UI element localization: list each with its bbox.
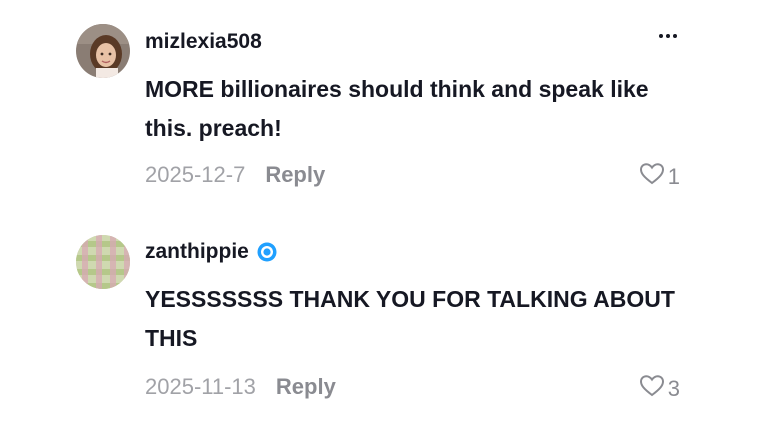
comment-meta: 2025-11-13 Reply	[145, 374, 336, 400]
like-button[interactable]: 3	[639, 374, 680, 404]
reply-button[interactable]: Reply	[265, 162, 325, 188]
like-count: 3	[667, 376, 680, 401]
heart-icon[interactable]	[639, 162, 668, 192]
heart-icon[interactable]	[639, 374, 668, 404]
comment-date: 2025-12-7	[145, 162, 246, 187]
username[interactable]: mizlexia508	[145, 30, 262, 54]
avatar[interactable]	[76, 24, 130, 78]
comment-text: YESSSSSSS THANK YOU FOR TALKING ABOUT TH…	[145, 286, 675, 351]
comment-date: 2025-11-13	[145, 374, 256, 399]
comment-item: zanthippie YESSSSSSS THANK YOU FOR TALKI…	[0, 215, 768, 432]
username[interactable]: zanthippie	[145, 240, 277, 264]
username-text[interactable]: mizlexia508	[145, 30, 262, 54]
verified-badge-icon	[257, 242, 277, 262]
comment-text: MORE billionaires should think and speak…	[145, 76, 649, 141]
like-count: 1	[667, 164, 680, 189]
more-options-icon[interactable]	[656, 26, 684, 46]
like-button[interactable]: 1	[639, 162, 680, 192]
avatar[interactable]	[76, 235, 130, 289]
comment-meta: 2025-12-7 Reply	[145, 162, 325, 188]
username-text[interactable]: zanthippie	[145, 240, 249, 264]
reply-button[interactable]: Reply	[276, 374, 336, 400]
comment-item: mizlexia508 MORE billionaires should thi…	[0, 0, 768, 215]
